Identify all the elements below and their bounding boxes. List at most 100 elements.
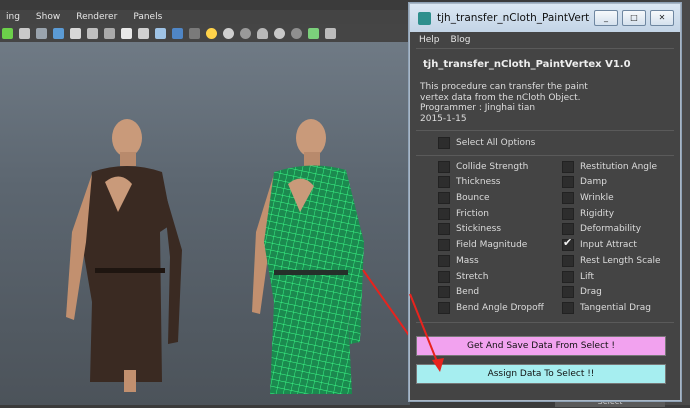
- checkbox[interactable]: [562, 286, 574, 299]
- option-collide-strength[interactable]: Collide Strength: [438, 160, 562, 173]
- checkbox[interactable]: [438, 207, 450, 220]
- wireframe-icon[interactable]: [36, 27, 47, 39]
- assign-data-button[interactable]: Assign Data To Select !!: [416, 364, 666, 384]
- checkbox[interactable]: [438, 254, 450, 267]
- option-label: Lift: [580, 271, 595, 282]
- option-label: Restitution Angle: [580, 161, 658, 172]
- smooth-icon[interactable]: [104, 27, 115, 39]
- light-icon[interactable]: [206, 27, 217, 39]
- menu-item[interactable]: ing: [6, 12, 20, 22]
- option-field-magnitude[interactable]: Field Magnitude: [438, 239, 562, 252]
- divider: [416, 321, 674, 323]
- menu-item-renderer[interactable]: Renderer: [76, 12, 117, 22]
- checkbox[interactable]: [562, 160, 574, 173]
- cube-icon[interactable]: [138, 27, 149, 39]
- menu-item-show[interactable]: Show: [36, 12, 60, 22]
- info-line: 2015-1-15: [420, 113, 467, 124]
- option-input-attract[interactable]: ✔ Input Attract: [562, 236, 682, 252]
- option-label: Input Attract: [580, 240, 637, 251]
- get-save-data-button[interactable]: Get And Save Data From Select !: [416, 336, 666, 356]
- option-restitution-angle[interactable]: Restitution Angle: [562, 160, 682, 173]
- menu-blog[interactable]: Blog: [451, 35, 471, 45]
- window-titlebar[interactable]: tjh_transfer_nCloth_PaintVertex_t... _ □…: [410, 4, 680, 32]
- checkbox[interactable]: [438, 176, 450, 189]
- checkbox[interactable]: [438, 239, 450, 252]
- option-damp[interactable]: Damp: [562, 176, 682, 189]
- render-icon[interactable]: [274, 27, 285, 39]
- camera-icon[interactable]: [2, 27, 13, 39]
- info-line: Programmer : Jinghai tian: [420, 103, 536, 113]
- option-thickness[interactable]: Thickness: [438, 176, 562, 189]
- option-rigidity[interactable]: Rigidity: [562, 207, 682, 220]
- info-line: vertex data from the nCloth Object.: [420, 92, 581, 103]
- checkbox[interactable]: [562, 176, 574, 189]
- tool-heading: tjh_transfer_nCloth_PaintVertex V1.0: [423, 59, 631, 70]
- checkbox[interactable]: [562, 192, 574, 205]
- checkbox[interactable]: [438, 160, 450, 173]
- close-button[interactable]: ✕: [650, 10, 674, 26]
- textured-icon[interactable]: [70, 27, 81, 39]
- option-label: Mass: [456, 255, 479, 266]
- maya-menubar: ing Show Renderer Panels: [0, 10, 410, 24]
- checkbox[interactable]: [438, 301, 450, 314]
- select-all-label: Select All Options: [456, 138, 536, 148]
- option-label: Bend: [456, 287, 480, 298]
- option-label: Collide Strength: [456, 161, 529, 172]
- checkbox[interactable]: [438, 223, 450, 236]
- option-label: Thickness: [456, 177, 501, 188]
- sphere-icon[interactable]: [223, 27, 234, 39]
- option-lift[interactable]: Lift: [562, 270, 682, 283]
- option-stretch[interactable]: Stretch: [438, 270, 562, 283]
- option-bend[interactable]: Bend: [438, 286, 562, 299]
- shaded-icon[interactable]: [53, 27, 64, 39]
- option-label: Rest Length Scale: [580, 255, 661, 266]
- cube-shaded-icon[interactable]: [155, 27, 166, 39]
- maya-viewport[interactable]: [0, 42, 433, 405]
- option-friction[interactable]: Friction: [438, 207, 562, 220]
- option-tangential-drag[interactable]: Tangential Drag: [562, 301, 682, 314]
- person-icon[interactable]: [257, 27, 268, 39]
- option-rest-length-scale[interactable]: Rest Length Scale: [562, 254, 682, 267]
- option-bounce[interactable]: Bounce: [438, 192, 562, 205]
- checkbox[interactable]: [562, 270, 574, 283]
- cube-blue-icon[interactable]: [172, 27, 183, 39]
- xray-icon[interactable]: [87, 27, 98, 39]
- checkbox[interactable]: [562, 301, 574, 314]
- cube-wire-icon[interactable]: [325, 27, 336, 39]
- option-mass[interactable]: Mass: [438, 254, 562, 267]
- option-label: Stickiness: [456, 224, 502, 235]
- checker-icon[interactable]: [189, 27, 200, 39]
- checkbox[interactable]: [438, 286, 450, 299]
- text-icon[interactable]: [121, 27, 132, 39]
- select-all-row[interactable]: Select All Options: [410, 131, 680, 155]
- minimize-button[interactable]: _: [594, 10, 618, 26]
- menu-item-panels[interactable]: Panels: [133, 12, 162, 22]
- option-deformability[interactable]: Deformability: [562, 223, 682, 236]
- isolate-icon[interactable]: [308, 27, 319, 39]
- checkbox[interactable]: [438, 192, 450, 205]
- option-label: Bend Angle Dropoff: [456, 302, 544, 313]
- sphere-shadow-icon[interactable]: [240, 27, 251, 39]
- options-grid: Collide Strength Restitution Angle Thick…: [410, 156, 680, 314]
- ao-icon[interactable]: [291, 27, 302, 39]
- select-all-checkbox[interactable]: [438, 137, 450, 149]
- checkmark-icon: ✔: [563, 236, 573, 250]
- checkbox[interactable]: [562, 207, 574, 220]
- info-line: This procedure can transfer the paint: [420, 82, 588, 92]
- option-wrinkle[interactable]: Wrinkle: [562, 192, 682, 205]
- checkbox[interactable]: [562, 254, 574, 267]
- option-bend-angle-dropoff[interactable]: Bend Angle Dropoff: [438, 301, 562, 314]
- grid-icon[interactable]: [19, 27, 30, 39]
- option-stickiness[interactable]: Stickiness: [438, 223, 562, 236]
- option-drag[interactable]: Drag: [562, 286, 682, 299]
- option-label: Stretch: [456, 271, 489, 282]
- checkbox[interactable]: [562, 223, 574, 236]
- checkbox-checked[interactable]: ✔: [562, 236, 574, 252]
- tool-info: This procedure can transfer the paint ve…: [410, 82, 680, 124]
- checkbox[interactable]: [438, 270, 450, 283]
- option-label: Friction: [456, 208, 489, 219]
- menu-help[interactable]: Help: [419, 35, 440, 45]
- maximize-button[interactable]: □: [622, 10, 646, 26]
- viewport-toolbar: [0, 24, 412, 43]
- window-menubar: Help Blog: [410, 32, 680, 48]
